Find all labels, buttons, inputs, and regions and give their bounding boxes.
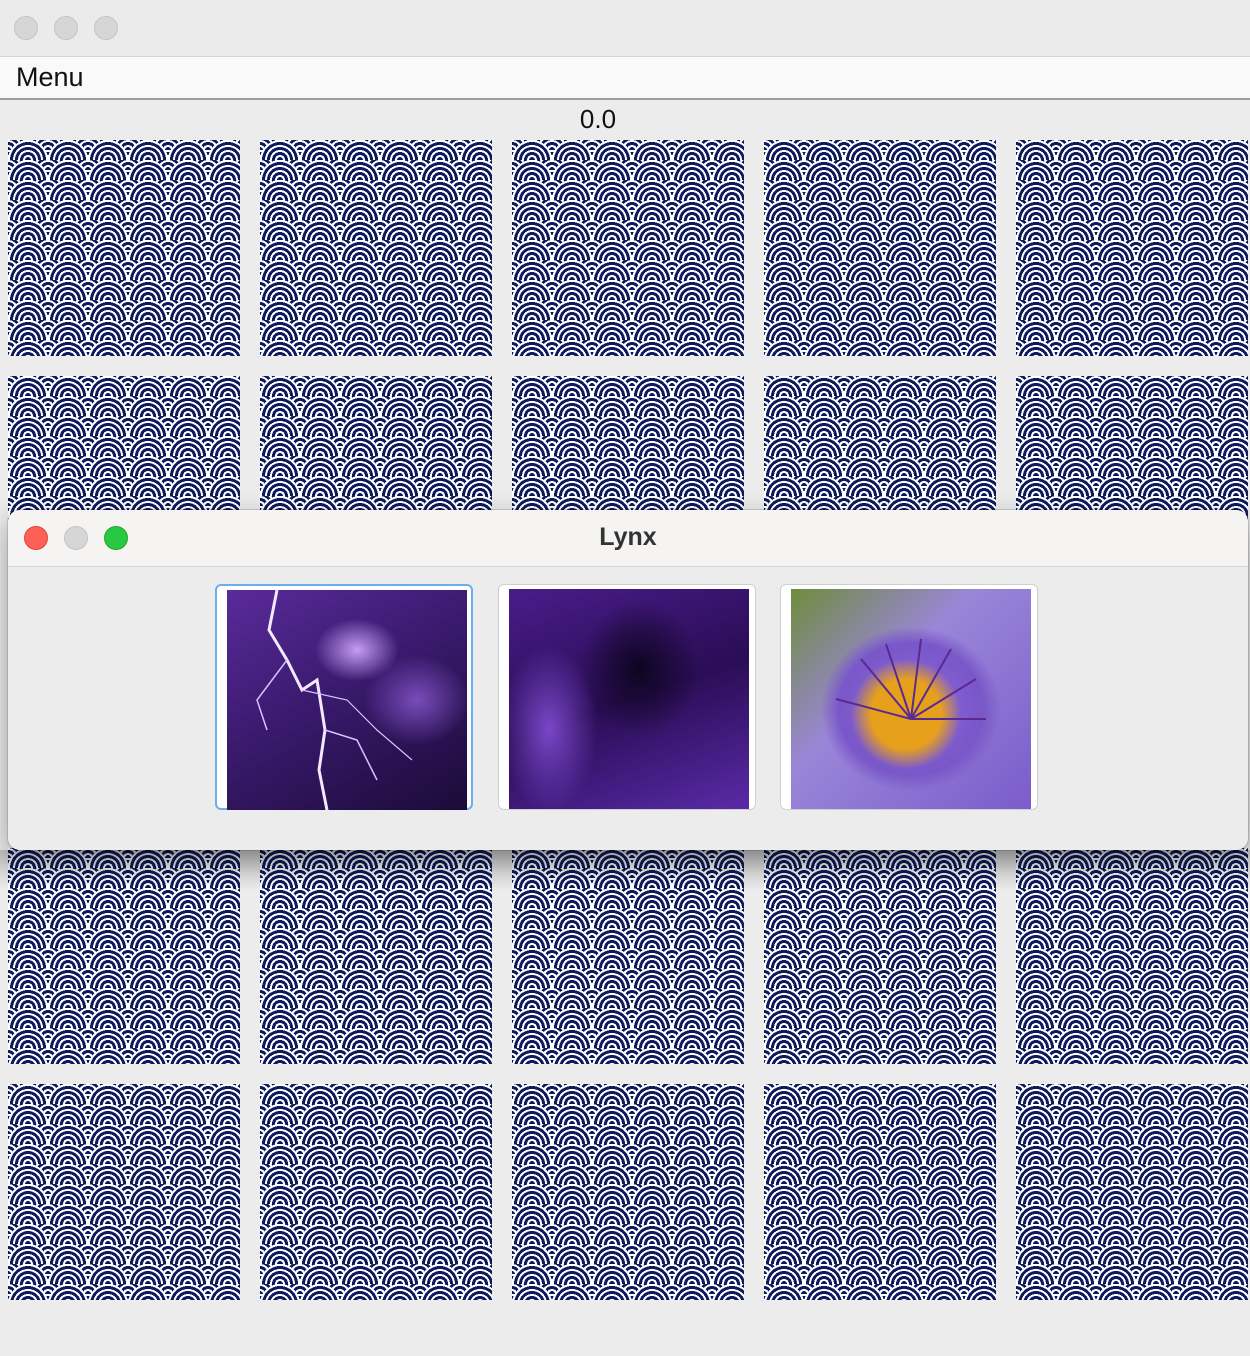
card-back[interactable] (260, 140, 492, 356)
card-back[interactable] (764, 848, 996, 1064)
card-back[interactable] (512, 848, 744, 1064)
card-back[interactable] (512, 1084, 744, 1300)
close-button-inactive[interactable] (14, 16, 38, 40)
menu-item[interactable]: Menu (16, 62, 84, 93)
choice-lightning[interactable] (215, 584, 473, 811)
lynx-dialog: Lynx (8, 510, 1248, 850)
card-back[interactable] (1016, 140, 1248, 356)
score-label: 0.0 (579, 104, 617, 134)
minimize-button-inactive[interactable] (54, 16, 78, 40)
flower-stamens-icon (835, 638, 986, 720)
card-back[interactable] (512, 140, 744, 356)
dialog-titlebar: Lynx (8, 510, 1248, 567)
card-back[interactable] (764, 140, 996, 356)
dialog-title: Lynx (599, 523, 657, 551)
menu-bar: Menu (0, 57, 1250, 100)
water-lily-image (791, 589, 1031, 809)
zoom-button-inactive[interactable] (94, 16, 118, 40)
card-back[interactable] (1016, 848, 1248, 1064)
card-back[interactable] (8, 848, 240, 1064)
purple-petal-image (509, 589, 749, 809)
card-back[interactable] (1016, 1084, 1248, 1300)
choice-petal[interactable] (498, 584, 756, 810)
card-back[interactable] (8, 140, 240, 356)
card-back[interactable] (260, 848, 492, 1064)
main-window-titlebar (0, 0, 1250, 57)
lightning-bolt-icon (256, 589, 413, 811)
card-back[interactable] (260, 1084, 492, 1300)
card-back[interactable] (8, 1084, 240, 1300)
card-back[interactable] (764, 1084, 996, 1300)
choice-flower[interactable] (780, 584, 1038, 810)
lightning-image (227, 589, 467, 811)
